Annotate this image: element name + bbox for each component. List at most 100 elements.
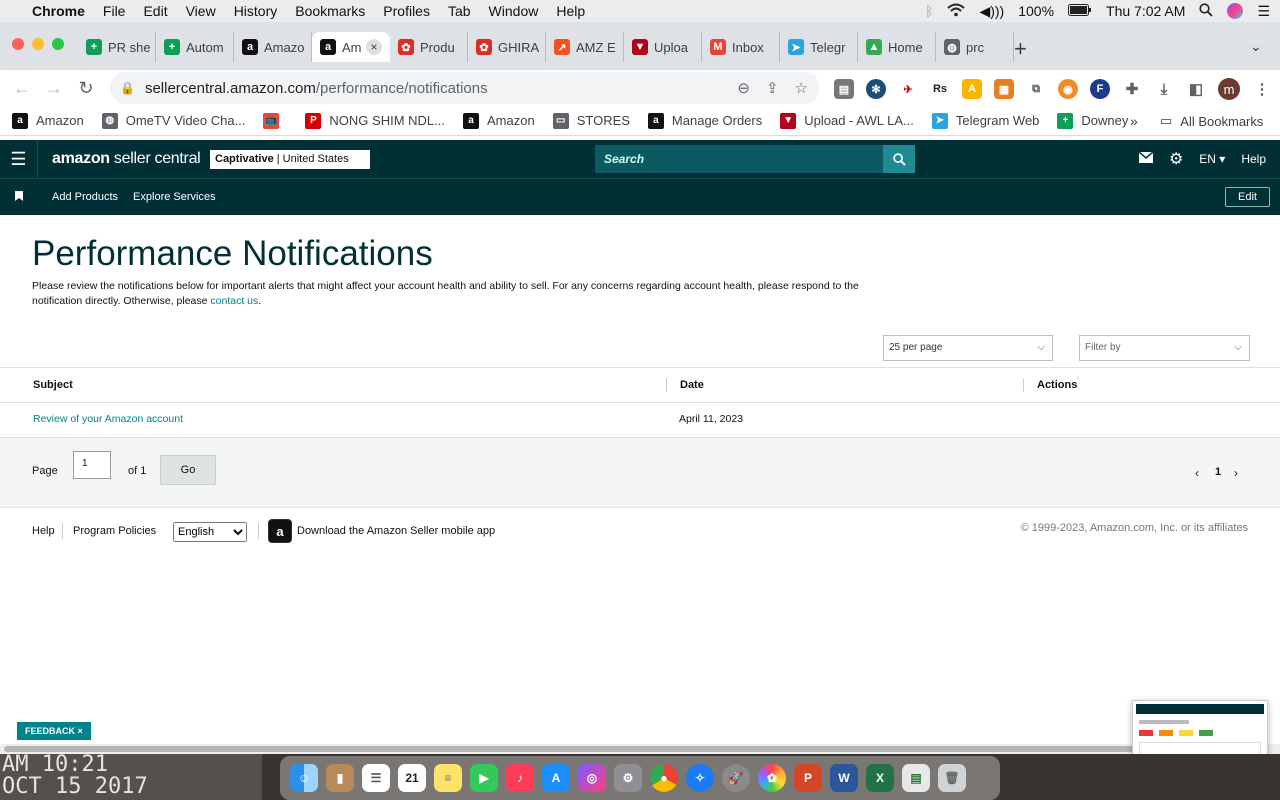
music-icon[interactable]: ♪	[506, 764, 534, 792]
siri-icon[interactable]	[1227, 3, 1244, 19]
extension-ascout-icon[interactable]: A	[962, 79, 982, 99]
menu-app-name[interactable]: Chrome	[32, 3, 85, 19]
horizontal-scrollbar[interactable]	[0, 744, 1280, 754]
bookmark-item[interactable]: a Amazon	[12, 112, 84, 129]
search-input[interactable]: Search	[595, 145, 883, 173]
new-tab-icon[interactable]: +	[1014, 36, 1027, 62]
account-switcher[interactable]: Captivative | United States	[210, 150, 370, 169]
chrome-menu-icon[interactable]: ⋮	[1252, 79, 1272, 99]
reload-icon[interactable]: ↻	[70, 78, 102, 99]
notification-subject-link[interactable]: Review of your Amazon account	[33, 413, 183, 425]
filter-select[interactable]: Filter by ⌵	[1079, 335, 1250, 361]
download-app-link[interactable]: Download the Amazon Seller mobile app	[297, 525, 495, 537]
browser-tab[interactable]: ↗ AMZ E	[546, 32, 624, 62]
bookmark-item[interactable]: ➤ Telegram Web	[931, 112, 1039, 129]
help-link[interactable]: Help	[1241, 152, 1266, 166]
hamburger-menu-icon[interactable]: ☰	[0, 140, 38, 178]
menu-edit[interactable]: Edit	[143, 3, 167, 19]
tab-search-chevron-icon[interactable]: ⌄	[1250, 38, 1262, 55]
extension-clip-icon[interactable]: ⧉	[1026, 79, 1046, 99]
close-window-icon[interactable]	[12, 38, 24, 50]
contact-us-link[interactable]: contact us	[210, 295, 258, 307]
launchpad-icon[interactable]: 🚀	[722, 764, 750, 792]
close-tab-icon[interactable]: ×	[366, 39, 382, 55]
page-number-input[interactable]: 1	[73, 451, 111, 479]
document-preview-icon[interactable]: ▤	[902, 764, 930, 792]
bookmark-item[interactable]: ▼ Upload - AWL LA...	[780, 112, 914, 129]
feedback-button[interactable]: FEEDBACK ×	[17, 722, 91, 740]
bookmark-item[interactable]: + Downey	[1057, 112, 1128, 129]
extensions-puzzle-icon[interactable]: ✚	[1122, 79, 1142, 99]
scrollbar-thumb[interactable]	[4, 746, 1266, 752]
trash-icon[interactable]: 🗑	[938, 764, 966, 792]
language-selector[interactable]: EN ▾	[1199, 152, 1225, 166]
download-icon[interactable]: ⤓	[1154, 79, 1174, 99]
next-page-chevron-icon[interactable]: ›	[1234, 466, 1238, 480]
maximize-window-icon[interactable]	[52, 38, 64, 50]
extension-f-icon[interactable]: F	[1090, 79, 1110, 99]
browser-tab[interactable]: + Autom	[156, 32, 234, 62]
chrome-icon[interactable]: ●	[650, 764, 678, 792]
menu-tab[interactable]: Tab	[448, 3, 471, 19]
bookmark-icon[interactable]	[0, 190, 38, 204]
mail-icon[interactable]	[1138, 151, 1154, 166]
address-bar[interactable]: 🔒 sellercentral.amazon.com/performance/n…	[110, 72, 820, 104]
bookmark-star-icon[interactable]: ☆	[795, 79, 808, 97]
bookmark-item[interactable]: ▭ STORES	[552, 112, 630, 129]
contacts-icon[interactable]: ▮	[326, 764, 354, 792]
control-center-icon[interactable]: ☰	[1257, 3, 1270, 20]
wifi-icon[interactable]	[947, 3, 966, 20]
share-icon[interactable]: ⇪	[766, 79, 779, 97]
seller-central-logo[interactable]: amazon seller central	[52, 150, 201, 168]
edit-button[interactable]: Edit	[1225, 187, 1270, 207]
footer-language-select[interactable]: English	[173, 522, 247, 542]
system-preferences-icon[interactable]: ⚙	[614, 764, 642, 792]
browser-tab[interactable]: M Inbox	[702, 32, 780, 62]
search-button[interactable]	[883, 145, 915, 173]
browser-tab[interactable]: ✿ Produ	[390, 32, 468, 62]
browser-tab[interactable]: ▼ Uploa	[624, 32, 702, 62]
menu-help[interactable]: Help	[556, 3, 585, 19]
browser-tab[interactable]: a Am ×	[312, 32, 390, 62]
calendar-icon[interactable]: 21	[398, 764, 426, 792]
minimize-window-icon[interactable]	[32, 38, 44, 50]
forward-arrow-icon[interactable]: →	[38, 78, 70, 99]
menu-profiles[interactable]: Profiles	[383, 3, 430, 19]
explore-services-link[interactable]: Explore Services	[133, 191, 216, 203]
extension-network-icon[interactable]: ✻	[866, 79, 886, 99]
bookmark-item[interactable]: 📺	[263, 112, 287, 129]
browser-tab[interactable]: ➤ Telegr	[780, 32, 858, 62]
browser-tab[interactable]: ▲ Home	[858, 32, 936, 62]
extension-rs-icon[interactable]: Rs	[930, 79, 950, 99]
safari-icon[interactable]: ✧	[686, 764, 714, 792]
menu-history[interactable]: History	[234, 3, 278, 19]
app-store-icon[interactable]: A	[542, 764, 570, 792]
amazon-app-icon[interactable]: a	[268, 519, 292, 543]
add-products-link[interactable]: Add Products	[52, 191, 118, 203]
extension-off-badge-icon[interactable]: ▦	[994, 79, 1014, 99]
bookmark-item[interactable]: a Manage Orders	[647, 112, 762, 129]
menu-bookmarks[interactable]: Bookmarks	[295, 3, 365, 19]
gear-icon[interactable]: ⚙	[1169, 149, 1183, 169]
program-policies-link[interactable]: Program Policies	[73, 525, 156, 537]
facetime-icon[interactable]: ▶	[470, 764, 498, 792]
side-panel-icon[interactable]: ◧	[1186, 79, 1206, 99]
zoom-icon[interactable]: ⊖	[737, 79, 750, 97]
extension-orange-circle-icon[interactable]: ◉	[1058, 79, 1078, 99]
excel-icon[interactable]: X	[866, 764, 894, 792]
menu-window[interactable]: Window	[489, 3, 539, 19]
word-icon[interactable]: W	[830, 764, 858, 792]
bookmark-item[interactable]: P NONG SHIM NDL...	[305, 112, 445, 129]
profile-avatar[interactable]: m	[1218, 78, 1240, 100]
lock-icon[interactable]: 🔒	[120, 81, 135, 95]
previous-page-chevron-icon[interactable]: ‹	[1195, 466, 1199, 480]
extension-off-icon[interactable]: ▤	[834, 79, 854, 99]
reminders-icon[interactable]: ☰	[362, 764, 390, 792]
per-page-select[interactable]: 25 per page ⌵	[883, 335, 1053, 361]
bookmarks-overflow-icon[interactable]: »	[1130, 113, 1138, 129]
column-date[interactable]: Date	[680, 379, 704, 391]
menu-file[interactable]: File	[103, 3, 126, 19]
menu-view[interactable]: View	[186, 3, 216, 19]
browser-tab[interactable]: ◍ prc	[936, 32, 1014, 62]
photos-icon[interactable]: ✿	[758, 764, 786, 792]
